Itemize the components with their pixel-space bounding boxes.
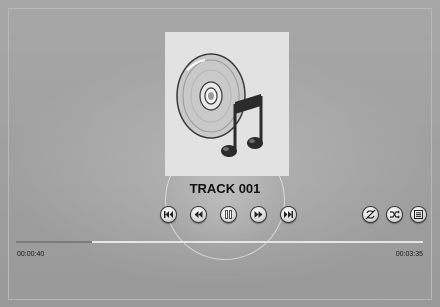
album-art xyxy=(165,32,289,176)
total-time: 00:03:35 xyxy=(395,251,423,258)
rewind-icon xyxy=(194,211,203,218)
shuffle-off-icon xyxy=(390,210,400,219)
shuffle-off-button[interactable] xyxy=(386,206,403,223)
playlist-button[interactable] xyxy=(410,206,427,223)
progress-bar[interactable] xyxy=(16,241,423,243)
rewind-button[interactable] xyxy=(190,206,207,223)
skip-next-button[interactable] xyxy=(280,206,297,223)
pause-icon xyxy=(225,210,232,219)
track-title: TRACK 001 xyxy=(189,181,261,196)
elapsed-time: 00:00:40 xyxy=(17,251,45,258)
fast-forward-button[interactable] xyxy=(250,206,267,223)
skip-next-icon xyxy=(284,211,293,218)
cd-music-note-icon xyxy=(176,53,263,157)
repeat-off-button[interactable] xyxy=(362,206,379,223)
fast-forward-icon xyxy=(254,211,263,218)
pause-button[interactable] xyxy=(220,206,237,223)
progress-bar-fill xyxy=(16,241,92,243)
repeat-off-icon xyxy=(365,209,376,220)
skip-previous-icon xyxy=(164,211,173,218)
music-player-screen: TRACK 001 00:00:40 00:03:35 xyxy=(0,0,440,307)
skip-previous-button[interactable] xyxy=(160,206,177,223)
playlist-icon xyxy=(414,210,423,219)
